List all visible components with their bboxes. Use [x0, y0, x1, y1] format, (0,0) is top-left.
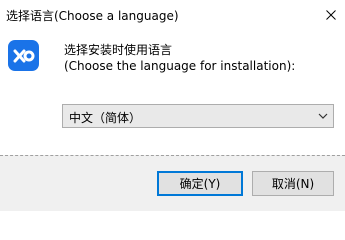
close-icon — [326, 10, 336, 20]
title-bar: 选择语言(Choose a language) — [0, 0, 345, 30]
prompt-text-chinese: 选择安装时使用语言 — [64, 43, 173, 57]
footer-divider — [0, 155, 345, 156]
language-select-value: 中文（简体） — [69, 111, 142, 125]
chevron-down-icon — [318, 113, 328, 119]
ok-button[interactable]: 确定(Y) — [157, 171, 243, 196]
close-button[interactable] — [317, 0, 345, 30]
language-dialog: 选择语言(Choose a language) 选择安装时使用语言 (Choos… — [0, 0, 345, 211]
language-select[interactable]: 中文（简体） — [62, 104, 334, 128]
window-title: 选择语言(Choose a language) — [6, 9, 179, 23]
prompt-text-english: (Choose the language for installation): — [64, 59, 296, 73]
app-logo-icon — [8, 40, 39, 71]
cancel-button[interactable]: 取消(N) — [252, 171, 334, 196]
